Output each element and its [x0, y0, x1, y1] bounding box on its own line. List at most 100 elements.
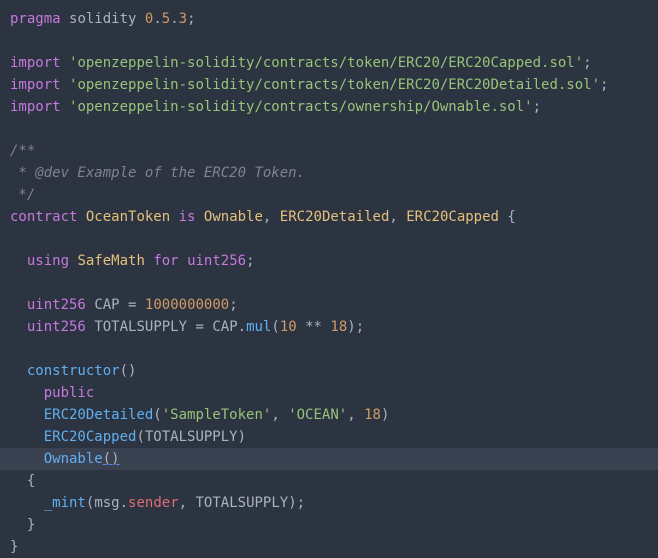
ident-total: TOTALSUPPLY — [94, 319, 187, 335]
operator: ** — [305, 319, 322, 335]
keyword-contract: contract — [10, 209, 77, 225]
code-line-blank — [10, 272, 648, 294]
punct-semi: ; — [356, 319, 364, 335]
ident-cap: CAP — [94, 297, 119, 313]
punct-dot: . — [153, 11, 161, 27]
code-line-blank — [10, 118, 648, 140]
prop-sender: sender — [128, 495, 179, 511]
string-path: 'openzeppelin-solidity/contracts/token/E… — [69, 77, 600, 93]
number: 10 — [280, 319, 297, 335]
string-path: 'openzeppelin-solidity/contracts/token/E… — [69, 55, 583, 71]
code-line: constructor() — [10, 360, 648, 382]
code-line: contract OceanToken is Ownable, ERC20Det… — [10, 206, 648, 228]
punct-paren: ( — [153, 407, 161, 423]
code-line-comment: /** — [10, 140, 648, 162]
keyword-import: import — [10, 55, 61, 71]
string: 'OCEAN' — [288, 407, 347, 423]
indent — [10, 429, 44, 445]
ident-total: TOTALSUPPLY — [196, 495, 289, 511]
keyword-import: import — [10, 99, 61, 115]
code-line-highlighted: Ownable() — [0, 448, 658, 470]
string: 'SampleToken' — [162, 407, 272, 423]
punct-semi: ; — [600, 77, 608, 93]
punct-eq: = — [128, 297, 136, 313]
keyword-using: using — [27, 253, 69, 269]
keyword-import: import — [10, 77, 61, 93]
type-erc20d: ERC20Detailed — [280, 209, 390, 225]
type-safemath: SafeMath — [77, 253, 144, 269]
punct-brace: { — [507, 209, 515, 225]
punct-dot: . — [120, 495, 128, 511]
code-line: ERC20Detailed('SampleToken', 'OCEAN', 18… — [10, 404, 648, 426]
punct-semi: ; — [297, 495, 305, 511]
type-uint256: uint256 — [187, 253, 246, 269]
indent — [10, 297, 27, 313]
code-editor: pragma solidity 0.5.3; import 'openzeppe… — [10, 8, 648, 558]
code-line: _mint(msg.sender, TOTALSUPPLY); — [10, 492, 648, 514]
type-erc20c: ERC20Capped — [406, 209, 499, 225]
keyword-is: is — [179, 209, 196, 225]
punct-semi: ; — [583, 55, 591, 71]
punct-comma: , — [389, 209, 397, 225]
punct-paren: ) — [347, 319, 355, 335]
punct-semi: ; — [229, 297, 237, 313]
comment: /** — [10, 143, 35, 159]
indent — [10, 473, 27, 489]
indent — [10, 407, 44, 423]
code-line-blank — [10, 228, 648, 250]
punct-paren: ) — [381, 407, 389, 423]
punct-comma: , — [347, 407, 355, 423]
comment: */ — [10, 187, 35, 203]
punct-brace: { — [27, 473, 35, 489]
ident-solidity: solidity — [69, 11, 136, 27]
punct-comma: , — [179, 495, 187, 511]
func-constructor: constructor — [27, 363, 120, 379]
type-name: OceanToken — [86, 209, 170, 225]
punct-dot: . — [170, 11, 178, 27]
indent — [10, 495, 44, 511]
number: 18 — [330, 319, 347, 335]
punct-brace: } — [10, 539, 18, 555]
code-line: using SafeMath for uint256; — [10, 250, 648, 272]
func-mint: _mint — [44, 495, 86, 511]
code-line: { — [10, 470, 648, 492]
code-line: public — [10, 382, 648, 404]
punct-semi: ; — [533, 99, 541, 115]
ident-cap: CAP — [212, 319, 237, 335]
type-uint256: uint256 — [27, 319, 86, 335]
code-line-comment: */ — [10, 184, 648, 206]
code-line: uint256 TOTALSUPPLY = CAP.mul(10 ** 18); — [10, 316, 648, 338]
punct-dot: . — [238, 319, 246, 335]
punct-parens: () — [103, 451, 120, 467]
code-line: import 'openzeppelin-solidity/contracts/… — [10, 74, 648, 96]
punct-brace: } — [27, 517, 35, 533]
indent — [10, 517, 27, 533]
type-ownable: Ownable — [204, 209, 263, 225]
string-path: 'openzeppelin-solidity/contracts/ownersh… — [69, 99, 533, 115]
func-ownable: Ownable — [44, 451, 103, 467]
punct-paren: ( — [136, 429, 144, 445]
punct-semi: ; — [246, 253, 254, 269]
number: 3 — [179, 11, 187, 27]
indent — [10, 385, 44, 401]
punct-comma: , — [263, 209, 271, 225]
type-uint256: uint256 — [27, 297, 86, 313]
func-mul: mul — [246, 319, 271, 335]
code-line: import 'openzeppelin-solidity/contracts/… — [10, 96, 648, 118]
number: 1000000000 — [145, 297, 229, 313]
number: 5 — [162, 11, 170, 27]
func-erc20d: ERC20Detailed — [44, 407, 154, 423]
indent — [10, 451, 44, 467]
keyword-for: for — [153, 253, 178, 269]
ident-msg: msg — [94, 495, 119, 511]
punct-comma: , — [271, 407, 279, 423]
punct-eq: = — [195, 319, 203, 335]
code-line: uint256 CAP = 1000000000; — [10, 294, 648, 316]
code-line: } — [10, 536, 648, 558]
code-line-blank — [10, 338, 648, 360]
keyword-pragma: pragma — [10, 11, 61, 27]
code-line: } — [10, 514, 648, 536]
code-line: ERC20Capped(TOTALSUPPLY) — [10, 426, 648, 448]
indent — [10, 319, 27, 335]
punct-paren: ( — [271, 319, 279, 335]
